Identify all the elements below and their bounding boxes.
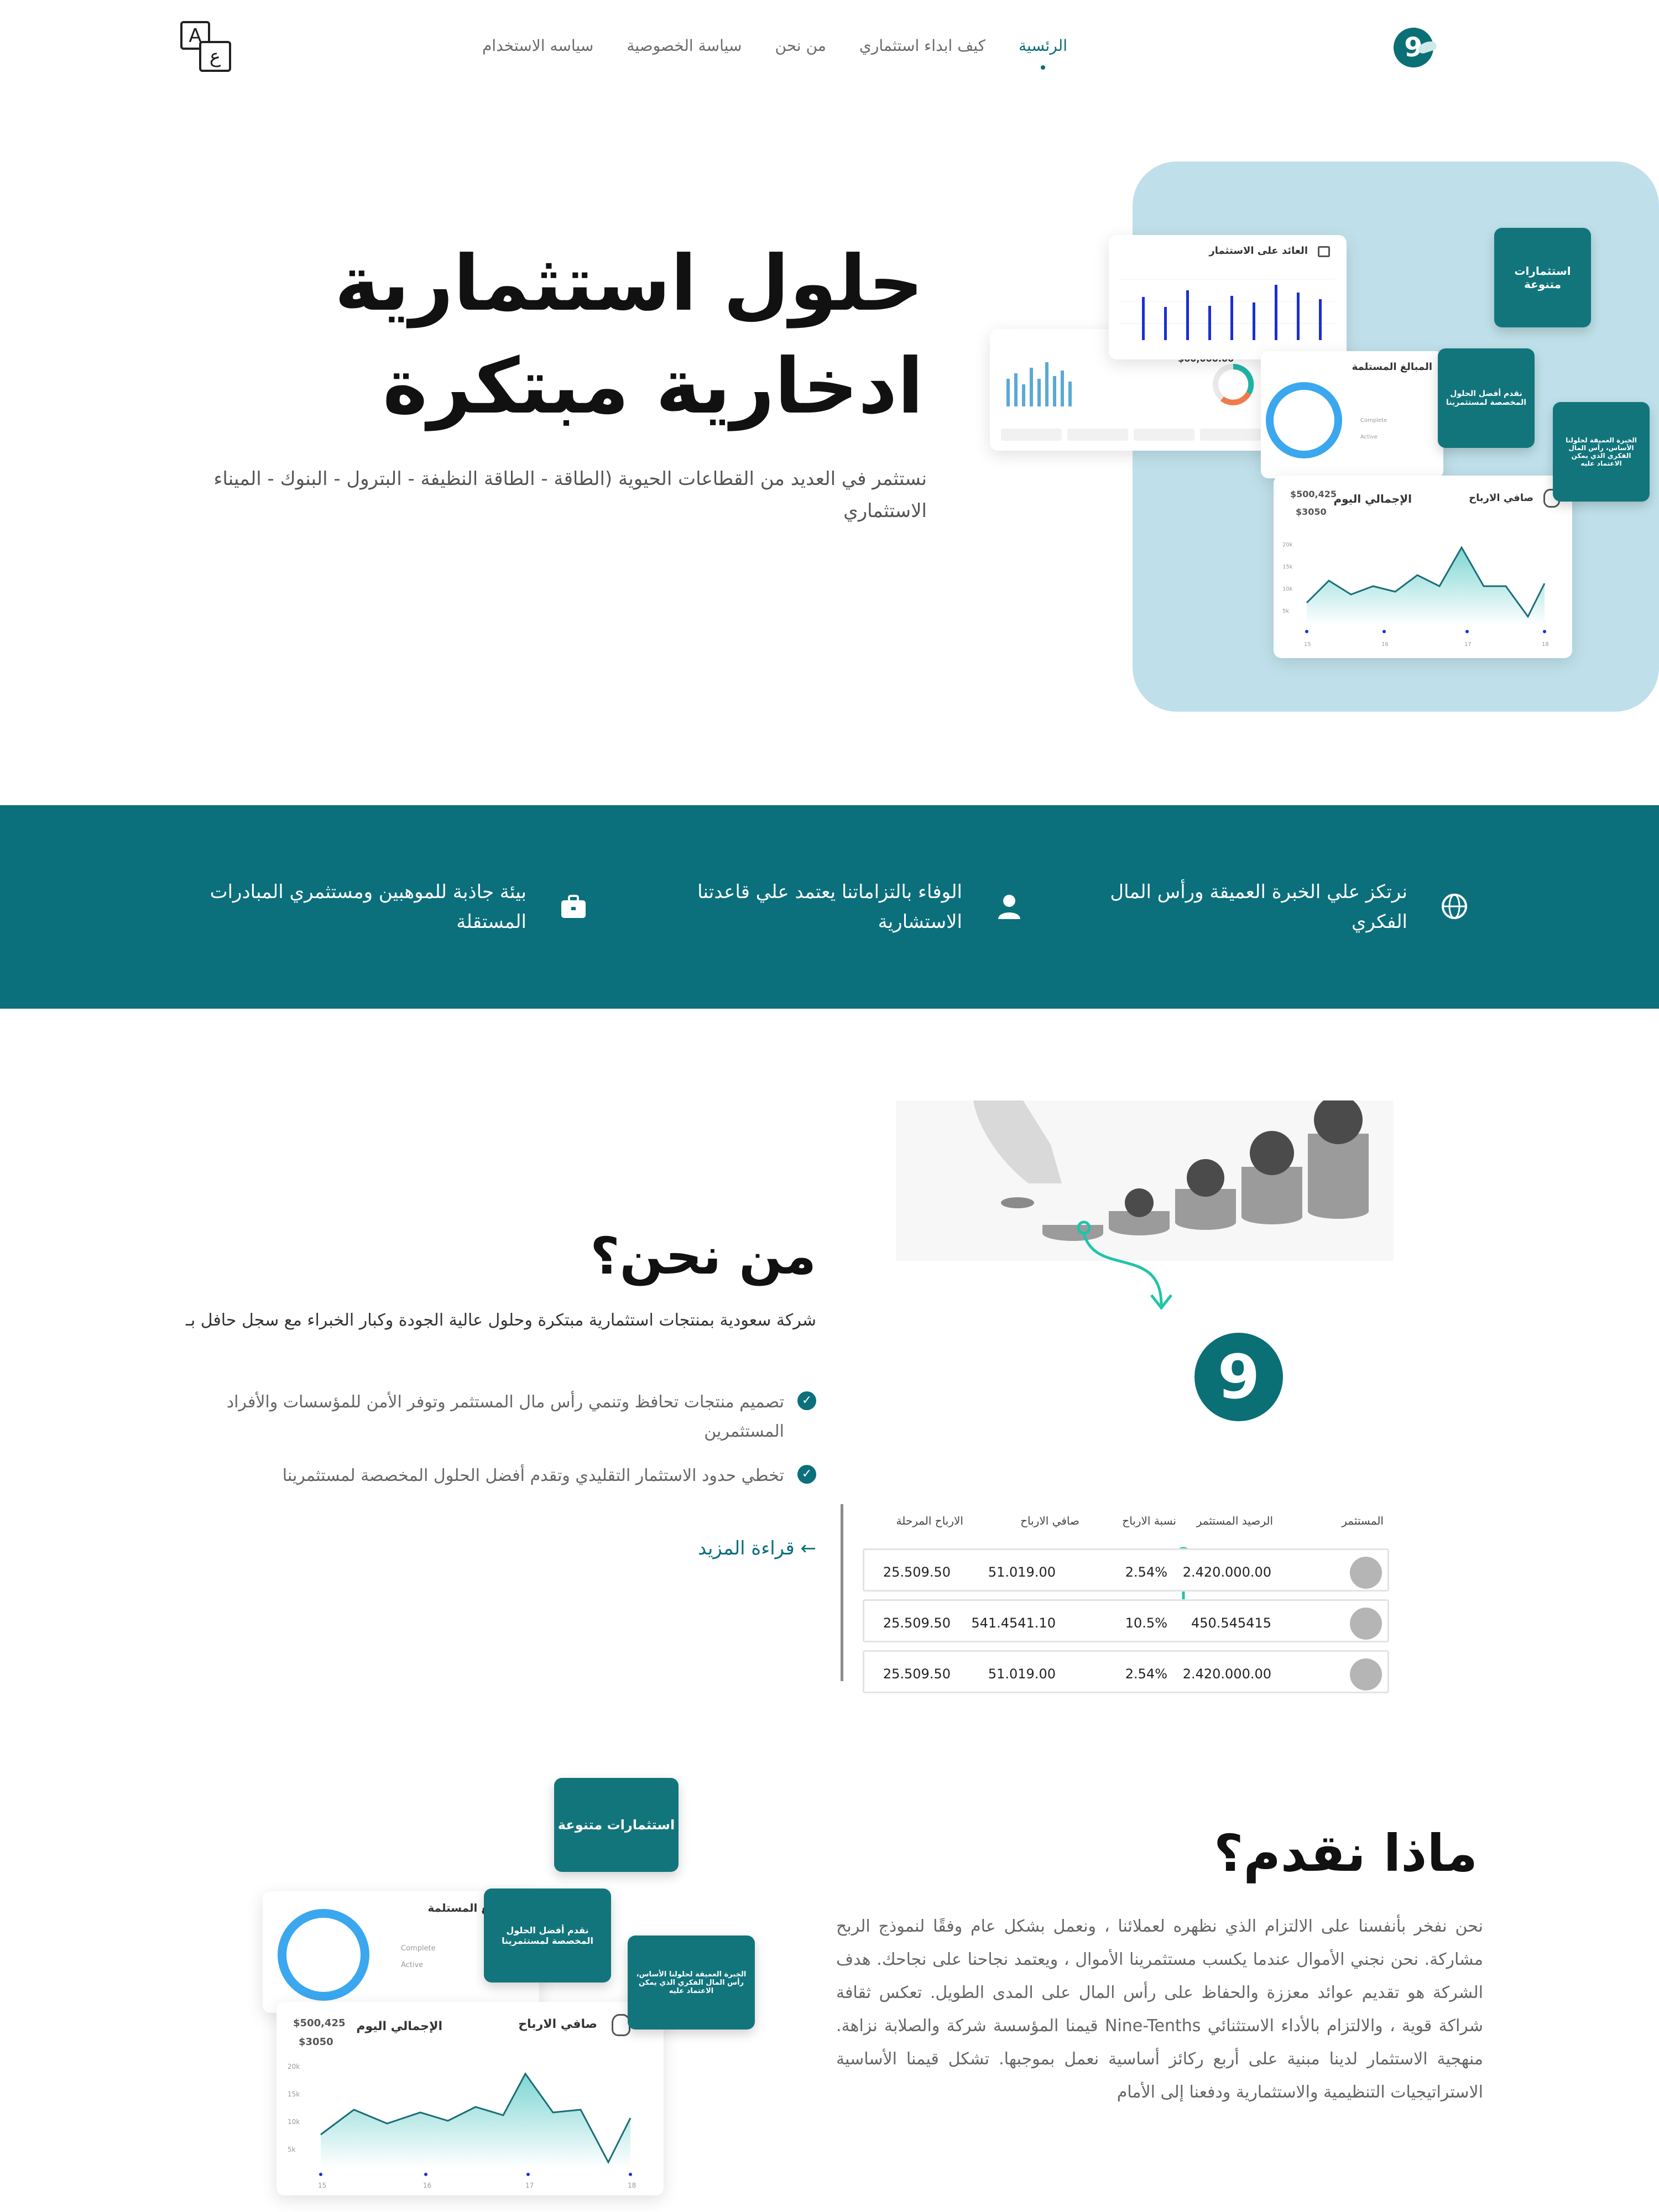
received-donut-chart <box>1266 382 1342 458</box>
hero-title-line-1: حلول استثمارية <box>334 239 924 328</box>
table-row: 2.420.000.00 2.54% 51.019.00 25.509.50 <box>863 1650 1389 1693</box>
user-icon <box>998 895 1020 919</box>
feature-item-commitment: الوفاء بالتزاماتنا يعتمد علي قاعدتنا الا… <box>675 877 1023 937</box>
table-header-carried: الارباح المرحلة <box>896 1514 963 1527</box>
about-bullet-text: تصميم منتجات تحافظ وتنمي رأس مال المستثم… <box>226 1392 784 1441</box>
expertise-card: الخبرة العميقة لحلولنا الأساس، رأس المال… <box>1553 402 1650 502</box>
best-solutions-card: نقدم أفضل الحلول المخصصة لمستثمرينا <box>484 1888 611 1983</box>
received-title: المبالغ المستلمة <box>1352 361 1432 373</box>
hero-description: نستثمر في العديد من القطاعات الحيوية (ال… <box>213 468 927 522</box>
table-header-row: المستثمر الرصيد المستثمر نسبة الارباح صا… <box>863 1514 1389 1536</box>
top-navbar: 9 الرئسية كيف ابداء استثماري من نحن سياس… <box>0 0 1659 100</box>
legend-active: Active <box>1360 434 1378 440</box>
x-tick-4: 18 <box>1542 641 1549 648</box>
table-cell: 2.420.000.00 <box>1182 1564 1271 1580</box>
brand-circle-logo: 9 <box>1194 1333 1283 1421</box>
hero-dashboard-illustration: $60,000.00 العائد على الاستثمار المبالغ … <box>990 224 1659 666</box>
language-switch-icon[interactable]: A ع <box>180 21 233 76</box>
feature-item-environment: بيئة جاذبة للموهبين ومستثمري المبادرات ا… <box>173 877 587 937</box>
nav-item-privacy[interactable]: سياسة الخصوصية <box>627 36 742 55</box>
nav-item-about[interactable]: من نحن <box>775 36 826 55</box>
read-more-link[interactable]: قراءة المزيد ← <box>698 1537 816 1559</box>
investors-table: المستثمر الرصيد المستثمر نسبة الارباح صا… <box>841 1504 1394 1693</box>
x-tick-3: 17 <box>1464 641 1472 648</box>
legend-complete: Complete <box>401 1944 436 1953</box>
received-donut-chart <box>278 1909 369 2001</box>
x-tick-2: 16 <box>1381 641 1389 648</box>
table-cell: 51.019.00 <box>988 1564 1056 1580</box>
features-band: نرتكز علي الخبرة العميقة ورأس المال الفك… <box>0 805 1659 1009</box>
roi-card: العائد على الاستثمار <box>1109 235 1347 359</box>
table-cell: 2.54% <box>1125 1564 1167 1580</box>
about-bullet: ✓ تخطي حدود الاستثمار التقليدي وتقدم أفض… <box>153 1462 816 1491</box>
hero-title: حلول استثمارية ادخارية مبتكرة <box>315 232 924 439</box>
table-cell: 25.509.50 <box>883 1564 951 1580</box>
table-divider <box>841 1504 843 1681</box>
legend-complete: Complete <box>1360 418 1387 424</box>
nav-item-how-to-start[interactable]: كيف ابداء استثماري <box>859 36 985 55</box>
profit-card: صافي الارباح الإجمالي اليوم $500,425 $30… <box>1274 476 1572 658</box>
about-description: شركة سعودية بمنتجات استثمارية مبتكرة وحل… <box>186 1311 816 1330</box>
about-bullet-list: ✓ تصميم منتجات تحافظ وتنمي رأس مال المست… <box>153 1388 816 1506</box>
main-menu: الرئسية كيف ابداء استثماري من نحن سياسة … <box>482 36 1067 70</box>
feature-text-commitment: الوفاء بالتزاماتنا يعتمد علي قاعدتنا الا… <box>697 881 962 933</box>
hero-title-line-2: ادخارية مبتكرة <box>382 342 924 431</box>
about-illustration: 9 المستثمر الرصيد المستثمر نسبة الارباح … <box>841 1100 1399 1693</box>
offer-title: ماذا نقدم؟ <box>1214 1824 1478 1883</box>
table-cell: 25.509.50 <box>883 1666 951 1682</box>
about-title: من نحن؟ <box>590 1227 816 1286</box>
table-cell: 2.420.000.00 <box>1182 1666 1271 1682</box>
avatar <box>1350 1557 1382 1589</box>
table-header-ratio: نسبة الارباح <box>1122 1514 1176 1527</box>
brand-circle-glyph: 9 <box>1217 1342 1260 1412</box>
table-cell: 2.54% <box>1125 1666 1167 1682</box>
table-header-balance: الرصيد المستثمر <box>1196 1514 1273 1527</box>
nav-item-terms[interactable]: سياسه الاستخدام <box>482 36 593 55</box>
avatar <box>1350 1658 1382 1691</box>
table-header-investor: المستثمر <box>1342 1514 1384 1527</box>
x-tick-2: 16 <box>423 2182 432 2189</box>
table-row: 450.545415 10.5% 541.4541.10 25.509.50 <box>863 1599 1389 1642</box>
table-row: 2.420.000.00 2.54% 51.019.00 25.509.50 <box>863 1548 1389 1592</box>
table-cell: 25.509.50 <box>883 1615 951 1631</box>
roi-bar-chart <box>1120 279 1335 340</box>
table-header-net: صافي الارباح <box>1020 1514 1079 1527</box>
check-circle-icon: ✓ <box>797 1391 816 1410</box>
best-solutions-card: نقدم أفضل الحلول المخصصة لمستثمرينا <box>1438 348 1535 448</box>
table-cell: 541.4541.10 <box>971 1615 1056 1631</box>
diverse-investments-card: استثمارات متنوعة <box>554 1778 679 1872</box>
profit-card: صافي الارباح الإجمالي اليوم $500,425 $30… <box>276 2002 664 2195</box>
about-bullet: ✓ تصميم منتجات تحافظ وتنمي رأس مال المست… <box>153 1388 816 1446</box>
offer-description: نحن نفخر بأنفسنا على الالتزام الذي نظهره… <box>836 1917 1483 2102</box>
x-tick-4: 18 <box>628 2182 637 2189</box>
feature-text-environment: بيئة جاذبة للموهبين ومستثمري المبادرات ا… <box>210 881 526 933</box>
table-cell: 10.5% <box>1125 1615 1167 1631</box>
briefcase-icon <box>561 895 586 918</box>
profit-line-chart <box>1305 545 1546 633</box>
feature-text-expertise: نرتكز علي الخبرة العميقة ورأس المال الفك… <box>1110 881 1407 933</box>
x-tick-3: 17 <box>525 2182 534 2189</box>
avatar <box>1350 1608 1382 1640</box>
x-tick-1: 15 <box>318 2182 327 2189</box>
table-cell: 51.019.00 <box>988 1666 1056 1682</box>
globe-icon <box>1442 894 1467 919</box>
brand-logo[interactable]: 9 <box>1394 28 1438 67</box>
diverse-investments-card: استثمارات متنوعة <box>1494 228 1591 327</box>
profit-line-chart <box>319 2072 632 2176</box>
received-amounts-card: المبالغ المستلمة Complete Active <box>1261 351 1443 478</box>
legend-active: Active <box>401 1961 424 1969</box>
about-bullet-text: تخطي حدود الاستثمار التقليدي وتقدم أفضل … <box>282 1466 784 1485</box>
offer-dashboard-illustration: استثمارات متنوعة المبالغ المستلمة Comple… <box>243 1770 785 2201</box>
check-circle-icon: ✓ <box>797 1465 816 1484</box>
table-cell: 450.545415 <box>1191 1615 1271 1631</box>
lang-ar-box: ع <box>199 41 231 72</box>
feature-item-expertise: نرتكز علي الخبرة العميقة ورأس المال الفك… <box>1098 877 1468 937</box>
nav-item-home[interactable]: الرئسية <box>1019 36 1067 70</box>
x-tick-1: 15 <box>1304 641 1311 648</box>
expertise-card: الخبرة العميقة لحلولنا الأساس، رأس المال… <box>628 1936 755 2030</box>
